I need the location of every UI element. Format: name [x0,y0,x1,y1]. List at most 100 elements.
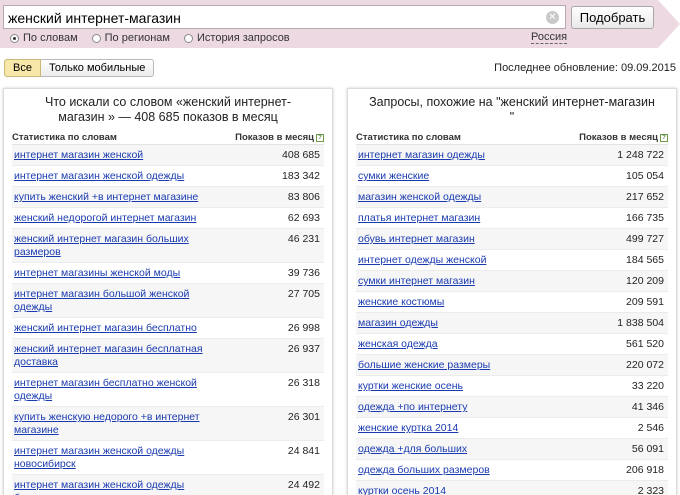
impressions-count: 220 072 [626,359,664,371]
keyword-link[interactable]: женская одежда [356,334,566,354]
radio-selected-icon[interactable] [10,33,19,43]
table-row: интернет магазин бесплатно женской одежд… [12,373,324,407]
column-impressions-label: Показов в месяц? [579,132,668,143]
keyword-link[interactable]: интернет магазины женской моды [12,263,222,283]
right-panel: Запросы, похожие на "женский интернет-ма… [347,88,677,495]
keyword-link[interactable]: магазин женской одежды [356,187,566,207]
mode-label: По регионам [104,32,170,44]
impressions-count: 83 806 [287,191,320,203]
impressions-count: 2 546 [637,422,664,434]
table-row: женские куртка 2014 2 546 [356,418,668,439]
keyword-link[interactable]: сумки женские [356,166,566,186]
keyword-link[interactable]: интернет магазин женской одежды больших … [12,475,222,495]
mode-history[interactable]: История запросов [184,31,290,45]
table-row: интернет магазин большой женской одежды 2… [12,284,324,318]
table-row: интернет магазины женской моды 39 736 [12,263,324,284]
left-column-header: Статистика по словам Показов в месяц? [12,131,324,145]
impressions-count: 1 248 722 [617,149,664,161]
mode-label: История запросов [197,32,290,44]
keyword-link[interactable]: интернет магазин женской одежды новосиби… [12,441,222,474]
keyword-link[interactable]: женский интернет магазин бесплатно [12,318,222,338]
keyword-link[interactable]: интернет магазин одежды [356,145,566,165]
mode-by-regions[interactable]: По регионам [91,31,170,45]
keyword-link[interactable]: интернет магазин бесплатно женской одежд… [12,373,222,406]
keyword-link[interactable]: интернет магазин женской [12,145,222,165]
keyword-link[interactable]: одежда +для больших [356,439,566,459]
table-row: одежда больших размеров 206 918 [356,460,668,481]
radio-icon[interactable] [184,33,193,43]
keyword-link[interactable]: женский недорогой интернет магазин [12,208,222,228]
keyword-link[interactable]: одежда больших размеров [356,460,566,480]
impressions-count: 184 565 [626,254,664,266]
table-row: интернет одежды женской 184 565 [356,250,668,271]
table-row: обувь интернет магазин 499 727 [356,229,668,250]
mode-by-words[interactable]: По словам [10,31,78,45]
impressions-count: 26 318 [287,377,320,389]
keyword-link[interactable]: купить женский +в интернет магазине [12,187,222,207]
keyword-link[interactable]: женские куртка 2014 [356,418,566,438]
keyword-link[interactable]: женский интернет магазин бесплатная дост… [12,339,222,372]
impressions-count: 41 346 [631,401,664,413]
right-rows: интернет магазин одежды 1 248 722 сумки ж… [356,145,668,495]
table-row: платья интернет магазин 166 735 [356,208,668,229]
right-column-header: Статистика по словам Показов в месяц? [356,131,668,145]
table-row: одежда +по интернету 41 346 [356,397,668,418]
keyword-link[interactable]: куртки осень 2014 [356,481,566,495]
table-row: интернет магазин женской одежды новосиби… [12,441,324,475]
table-row: женский недорогой интернет магазин 62 693 [12,208,324,229]
table-row: магазин женской одежды 217 652 [356,187,668,208]
table-row: женский интернет магазин бесплатная дост… [12,339,324,373]
keyword-link[interactable]: магазин одежды [356,313,566,333]
impressions-count: 408 685 [282,149,320,161]
keyword-link[interactable]: платья интернет магазин [356,208,566,228]
keyword-link[interactable]: интернет магазин женской одежды [12,166,222,186]
table-row: интернет магазин женской одежды больших … [12,475,324,495]
table-row: женский интернет магазин больших размеро… [12,229,324,263]
impressions-count: 120 209 [626,275,664,287]
impressions-count: 62 693 [287,212,320,224]
search-box[interactable]: ✕ [3,5,566,29]
table-row: одежда +для больших 56 091 [356,439,668,460]
impressions-count: 1 838 504 [617,317,664,329]
table-row: интернет магазин женской 408 685 [12,145,324,166]
table-row: куртки осень 2014 2 323 [356,481,668,495]
filter-mobile-button[interactable]: Только мобильные [40,59,155,77]
search-input[interactable] [8,8,538,27]
left-panel: Что искали со словом «женский интернет-м… [3,88,333,495]
impressions-label-text: Показов в месяц [235,132,314,143]
device-filter: Все Только мобильные [4,59,155,77]
keyword-link[interactable]: женские костюмы [356,292,566,312]
keyword-link[interactable]: женский интернет магазин больших размеро… [12,229,222,262]
region-selector[interactable]: Россия [531,31,568,44]
impressions-count: 209 591 [626,296,664,308]
impressions-count: 26 998 [287,322,320,334]
keyword-link[interactable]: большие женские размеры [356,355,566,375]
help-icon[interactable]: ? [316,134,324,142]
keyword-link[interactable]: купить женскую недорого +в интернет мага… [12,407,222,440]
filter-all-button[interactable]: Все [4,59,41,77]
keyword-link[interactable]: обувь интернет магазин [356,229,566,249]
column-stats-label: Статистика по словам [12,132,117,143]
keyword-link[interactable]: сумки интернет магазин [356,271,566,291]
left-panel-title: Что искали со словом «женский интернет-м… [44,95,291,124]
impressions-count: 24 841 [287,445,320,457]
keyword-link[interactable]: интернет одежды женской [356,250,566,270]
impressions-count: 499 727 [626,233,664,245]
table-row: сумки женские 105 054 [356,166,668,187]
table-row: сумки интернет магазин 120 209 [356,271,668,292]
keyword-link[interactable]: одежда +по интернету [356,397,566,417]
keyword-link[interactable]: куртки женские осень [356,376,566,396]
impressions-count: 46 231 [287,233,320,245]
keyword-link[interactable]: интернет магазин большой женской одежды [12,284,222,317]
clear-icon[interactable]: ✕ [546,11,559,24]
impressions-count: 26 937 [287,343,320,355]
table-row: куртки женские осень 33 220 [356,376,668,397]
help-icon[interactable]: ? [660,134,668,142]
impressions-count: 166 735 [626,212,664,224]
table-row: большие женские размеры 220 072 [356,355,668,376]
submit-button[interactable]: Подобрать [571,6,654,29]
left-rows: интернет магазин женской 408 685 интернет… [12,145,324,495]
table-row: женская одежда 561 520 [356,334,668,355]
radio-icon[interactable] [91,33,101,43]
table-row: женский интернет магазин бесплатно 26 998 [12,318,324,339]
